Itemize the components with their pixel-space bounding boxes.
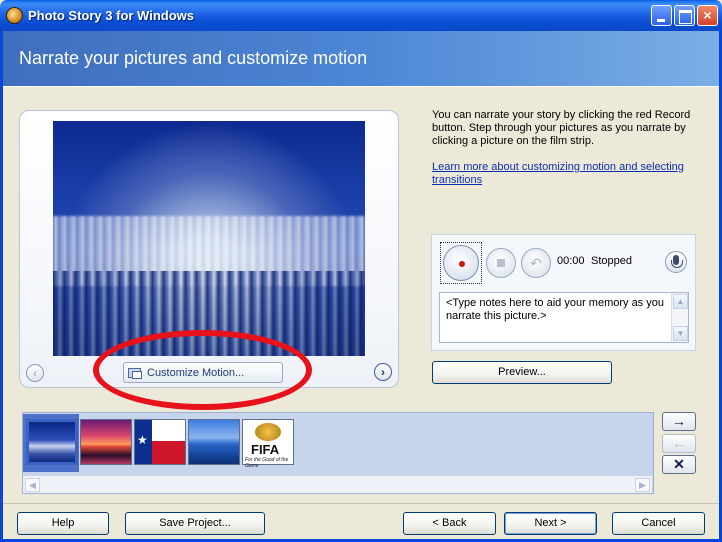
film-strip-scrollbar[interactable]: ◀ ▶ [23, 475, 652, 493]
notes-scrollbar[interactable]: ▲ ▼ [671, 293, 688, 342]
learn-more-link[interactable]: Learn more about customizing motion and … [432, 161, 702, 187]
save-project-button[interactable]: Save Project... [125, 512, 265, 535]
narration-time: 00:00 [557, 255, 585, 267]
thumbnail-winter-forest[interactable] [26, 419, 78, 465]
next-picture-button[interactable]: › [374, 363, 392, 381]
record-dot [459, 261, 465, 267]
move-right-button[interactable]: → [662, 412, 696, 431]
back-button[interactable]: < Back [403, 512, 496, 535]
previous-picture-button[interactable]: ‹ [26, 364, 44, 382]
notes-textbox[interactable]: <Type notes here to aid your memory as y… [439, 292, 689, 343]
scroll-left-icon[interactable]: ◀ [25, 478, 40, 492]
film-strip-thumbnails: FIFA For the Good of the Game [22, 413, 653, 473]
record-icon [443, 245, 479, 281]
record-button[interactable] [440, 242, 482, 284]
fifa-logo-text: FIFA [251, 442, 280, 457]
minimize-button[interactable] [651, 5, 672, 26]
thumbnail-blue-mountains[interactable] [188, 419, 240, 465]
maximize-button[interactable] [674, 5, 695, 26]
instructions-text: You can narrate your story by clicking t… [432, 109, 691, 147]
title-bar: Photo Story 3 for Windows × [0, 0, 722, 31]
remove-picture-button[interactable]: ✕ [662, 455, 696, 474]
next-button[interactable]: Next > [504, 512, 597, 535]
scroll-down-icon[interactable]: ▼ [673, 326, 688, 341]
window-title: Photo Story 3 for Windows [28, 8, 194, 23]
current-picture [53, 121, 365, 356]
narration-status: Stopped [591, 255, 632, 267]
thumbnail-fifa-logo[interactable]: FIFA For the Good of the Game [242, 419, 294, 469]
thumbnail-texas-flag[interactable] [134, 419, 186, 465]
notes-placeholder: <Type notes here to aid your memory as y… [446, 297, 664, 322]
stop-button[interactable] [486, 248, 516, 278]
thumbnail-sunset[interactable] [80, 419, 132, 465]
help-button[interactable]: Help [17, 512, 109, 535]
page-title: Narrate your pictures and customize moti… [19, 48, 368, 68]
photo-story-app-icon [6, 7, 23, 24]
wizard-header: Narrate your pictures and customize moti… [3, 31, 719, 87]
close-button[interactable]: × [697, 5, 718, 26]
preview-button[interactable]: Preview... [432, 361, 612, 384]
scroll-up-icon[interactable]: ▲ [673, 294, 688, 309]
footer-separator [3, 503, 719, 504]
fifa-globe-icon [255, 423, 281, 441]
scroll-right-icon[interactable]: ▶ [635, 478, 650, 492]
undo-button[interactable]: ↶ [521, 248, 551, 278]
fifa-tagline: For the Good of the Game [245, 457, 289, 469]
move-left-button[interactable]: ← [662, 434, 696, 453]
microphone-icon[interactable] [665, 251, 687, 273]
red-highlight-ellipse [93, 330, 312, 410]
cancel-button[interactable]: Cancel [612, 512, 705, 535]
